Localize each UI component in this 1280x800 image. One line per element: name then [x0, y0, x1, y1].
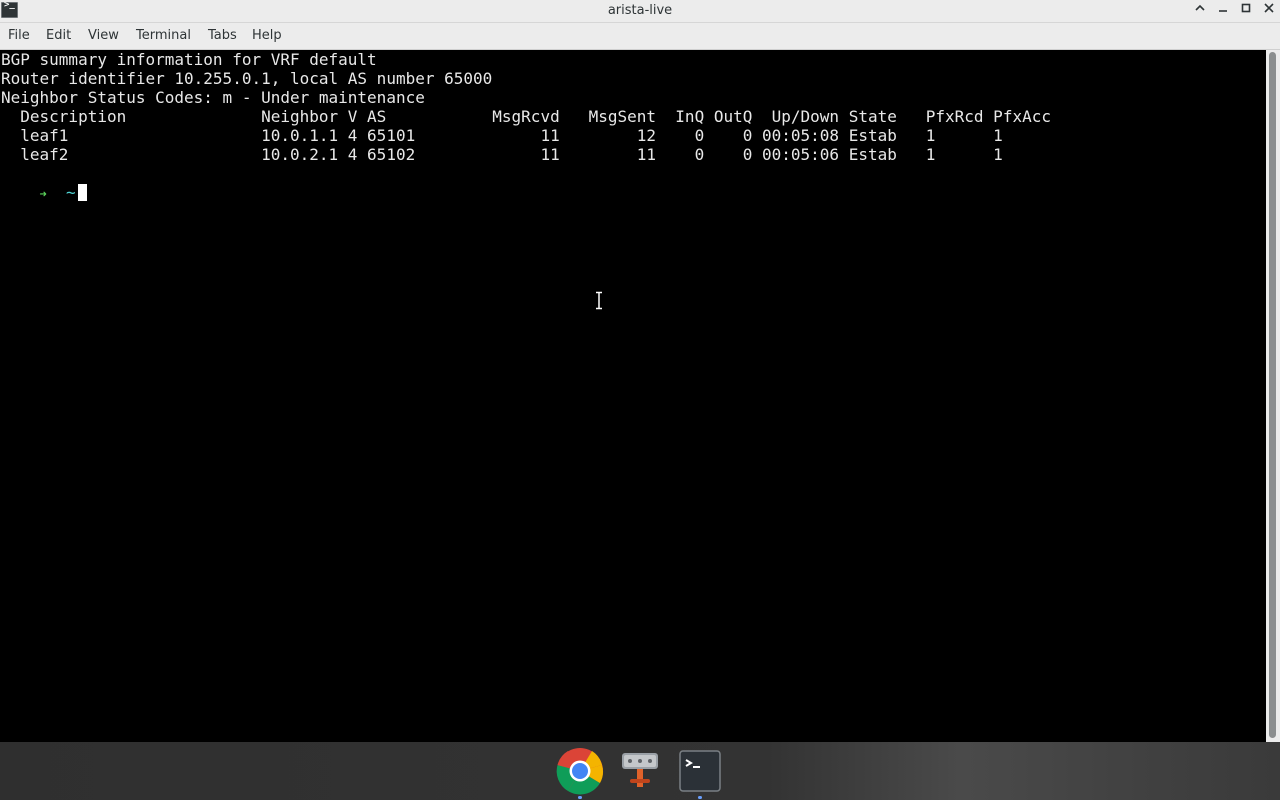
- menu-terminal[interactable]: Terminal: [136, 28, 191, 43]
- chevron-up-icon[interactable]: [1191, 2, 1209, 20]
- menu-bar: File Edit View Terminal Tabs Help: [0, 23, 1280, 50]
- terminal-line-1: BGP summary information for VRF default: [1, 50, 377, 69]
- menu-file[interactable]: File: [8, 28, 30, 43]
- bgp-table-row: leaf1 10.0.1.1 4 65101 11 12 0 0 00:05:0…: [1, 126, 1003, 145]
- terminal-icon[interactable]: [676, 747, 724, 795]
- bgp-table-row: leaf2 10.0.2.1 4 65102 11 11 0 0 00:05:0…: [1, 145, 1003, 164]
- active-indicator: [578, 796, 582, 799]
- maximize-icon[interactable]: [1237, 2, 1255, 20]
- prompt-cwd: ~: [66, 183, 76, 202]
- menu-edit[interactable]: Edit: [46, 28, 71, 43]
- shell-prompt[interactable]: ➜ ~: [1, 164, 87, 202]
- prompt-arrow-icon: ➜: [39, 187, 47, 201]
- minimize-icon[interactable]: [1214, 2, 1232, 20]
- scrollbar-thumb[interactable]: [1269, 52, 1276, 738]
- text-cursor: [77, 184, 87, 201]
- menu-help[interactable]: Help: [252, 28, 282, 43]
- window-titlebar[interactable]: >_ arista-live: [0, 0, 1280, 23]
- ibeam-cursor-icon: [596, 291, 602, 310]
- terminal-scrollbar[interactable]: [1266, 50, 1280, 742]
- close-icon[interactable]: [1260, 2, 1278, 20]
- menu-tabs[interactable]: Tabs: [208, 28, 237, 43]
- active-indicator: [698, 796, 702, 799]
- chrome-icon[interactable]: [556, 747, 604, 795]
- menu-view[interactable]: View: [88, 28, 119, 43]
- window-title: arista-live: [607, 3, 673, 18]
- terminal-output[interactable]: BGP summary information for VRF default …: [0, 50, 1266, 742]
- terminal-line-2: Router identifier 10.255.0.1, local AS n…: [1, 69, 493, 88]
- terminal-line-3: Neighbor Status Codes: m - Under mainten…: [1, 88, 425, 107]
- taskbar: [0, 742, 1280, 800]
- bgp-table-header: Description Neighbor V AS MsgRcvd MsgSen…: [1, 107, 1051, 126]
- network-tool-icon[interactable]: [616, 747, 664, 795]
